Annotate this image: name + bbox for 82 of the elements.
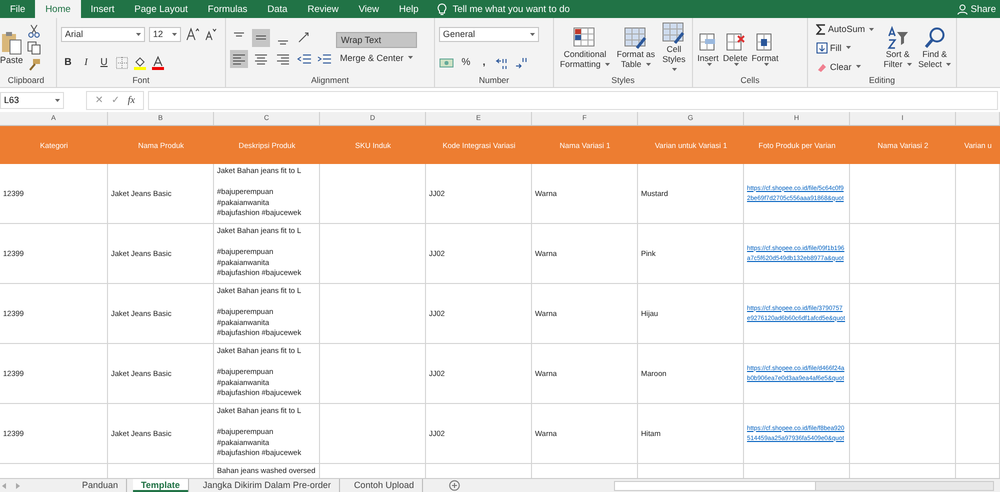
share-button[interactable]: Share — [970, 4, 996, 14]
find-select-button[interactable]: Find & Select — [917, 26, 952, 70]
group-label: Styles — [610, 75, 636, 87]
caret-icon — [846, 46, 850, 49]
lightbulb-icon — [436, 2, 447, 16]
caret-icon — [55, 98, 60, 102]
group-label: Alignment — [310, 75, 350, 87]
sort-filter-icon — [886, 26, 910, 50]
group-label: Font — [131, 75, 150, 87]
bold-button[interactable]: B — [61, 57, 75, 68]
table-grid-icon — [622, 26, 649, 50]
italic-button[interactable]: I — [79, 57, 93, 68]
caret-icon — [734, 63, 739, 66]
sheet-tab[interactable]: Jangka Dikirim Dalam Pre-order — [194, 479, 340, 492]
group-label: Number — [478, 75, 510, 87]
clear-button[interactable]: Clear — [812, 58, 865, 74]
caret-icon — [136, 32, 141, 36]
tell-me-search[interactable]: Tell me what you want to do — [452, 4, 570, 14]
search-icon — [922, 26, 947, 50]
table-grid-icon — [660, 21, 687, 46]
style-button[interactable]: Cell Styles — [660, 21, 688, 75]
sheet-tab[interactable]: Template — [133, 479, 189, 492]
caret-icon — [672, 68, 678, 72]
sigma-icon — [816, 24, 826, 34]
cells-button[interactable]: Insert — [697, 30, 719, 66]
horizontal-align-icon[interactable] — [230, 50, 248, 68]
group-label: Cells — [740, 75, 760, 87]
style-button[interactable]: Conditional Formatting — [558, 26, 612, 70]
sheet-tab[interactable]: Contoh Upload — [346, 479, 423, 492]
wrap-text-button[interactable]: Wrap Text — [336, 32, 417, 48]
caret-icon — [856, 65, 861, 68]
caret-icon — [706, 63, 712, 66]
number-format-dropdown[interactable]: General — [439, 26, 539, 42]
ribbon-tab[interactable]: Help — [389, 0, 429, 18]
autosum-button[interactable]: AutoSum — [812, 22, 878, 36]
ribbon-tab[interactable]: View — [348, 0, 390, 18]
insert-function-button[interactable]: fx — [128, 94, 135, 106]
add-sheet-icon[interactable] — [448, 480, 460, 491]
font-size-dropdown[interactable]: 12 — [149, 26, 181, 42]
paintbrush-icon[interactable] — [27, 58, 42, 72]
person-icon — [956, 4, 968, 14]
sheet-tab[interactable]: Panduan — [74, 479, 128, 492]
vertical-align-icon[interactable] — [252, 28, 270, 46]
ribbon-tab[interactable]: Review — [297, 0, 349, 18]
underline-button[interactable]: U — [97, 57, 111, 68]
increase-font-icon[interactable] — [185, 27, 199, 41]
caret-icon — [869, 28, 874, 30]
caret-icon — [646, 63, 651, 66]
caret-icon — [604, 63, 610, 66]
cells-button[interactable]: Format — [752, 30, 778, 66]
sort-filter-button[interactable]: Sort & Filter — [882, 26, 914, 70]
scissors-icon[interactable] — [27, 24, 42, 38]
caret-icon — [906, 63, 912, 66]
merge-center-button[interactable]: Merge & Center — [336, 50, 417, 64]
percent-button[interactable]: % — [459, 57, 473, 68]
horizontal-scrollbar[interactable] — [614, 480, 994, 490]
name-box[interactable]: L63 — [0, 92, 64, 108]
caret-icon — [946, 63, 952, 66]
group-label: Editing — [868, 75, 896, 87]
caret-icon — [408, 56, 413, 59]
ribbon-tab[interactable]: Data — [257, 0, 298, 18]
fill-color-icon[interactable] — [133, 56, 147, 70]
group-label: Clipboard — [6, 75, 46, 87]
decrease-font-icon[interactable] — [203, 27, 217, 41]
ribbon-tab[interactable]: File — [0, 0, 36, 18]
style-button[interactable]: Format as Table — [616, 26, 656, 70]
copy-icon[interactable] — [27, 41, 42, 55]
cells-button[interactable]: Delete — [723, 30, 748, 66]
formula-input[interactable] — [148, 90, 998, 110]
comma-button[interactable]: , — [477, 57, 491, 68]
ribbon-tab[interactable]: Home — [35, 0, 81, 18]
font-name-dropdown[interactable]: Arial — [61, 26, 145, 42]
caret-icon — [530, 32, 535, 36]
paste-button[interactable]: Paste — [0, 30, 24, 66]
ribbon-tab[interactable]: Page Layout — [124, 0, 198, 18]
fill-button[interactable]: Fill — [812, 40, 854, 56]
caret-icon — [764, 63, 769, 66]
caret-icon — [172, 32, 177, 36]
ribbon-tab[interactable]: Formulas — [198, 0, 258, 18]
down-arrow-icon — [816, 42, 828, 54]
ribbon-tab[interactable]: Insert — [80, 0, 124, 18]
font-color-icon[interactable] — [151, 56, 165, 70]
